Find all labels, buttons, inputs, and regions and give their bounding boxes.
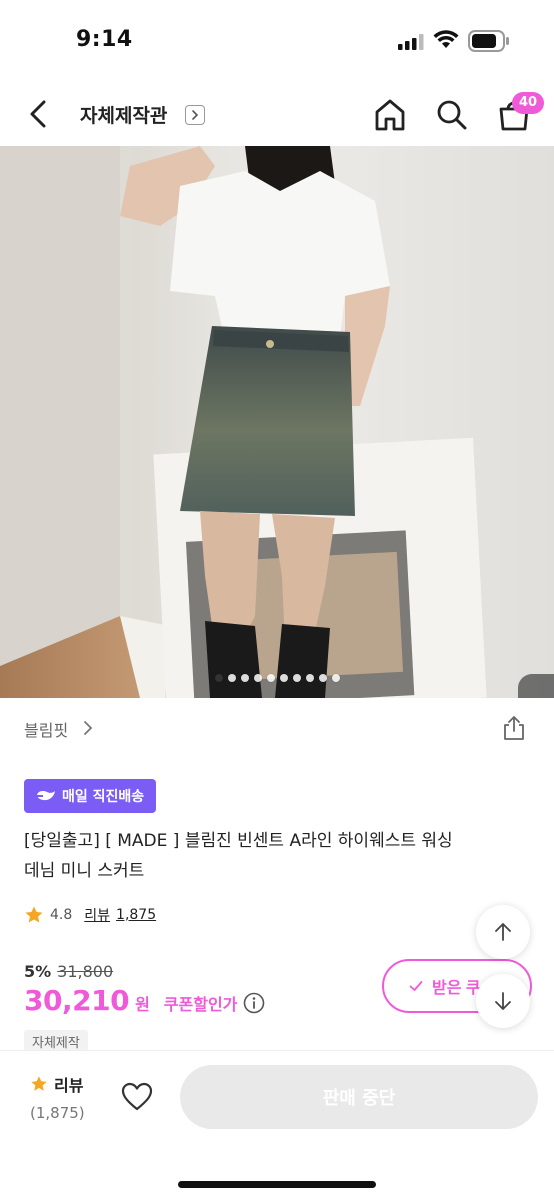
carousel-dot[interactable] xyxy=(227,674,236,682)
original-price: 31,800 xyxy=(57,962,114,981)
bottom-review-summary[interactable]: 리뷰 (1,875) xyxy=(30,1072,85,1122)
product-photo xyxy=(0,146,554,698)
share-icon[interactable] xyxy=(500,714,528,742)
product-title-line: [당일출고] [ MADE ] 블림진 빈센트 A라인 하이웨스트 워싱 xyxy=(24,831,453,851)
wifi-icon xyxy=(433,30,459,48)
cart-count-badge: 40 xyxy=(512,92,544,114)
carousel-dot[interactable] xyxy=(214,674,223,682)
discount-row: 5% 31,800 xyxy=(24,962,113,981)
currency-unit: 원 xyxy=(135,995,150,1014)
sold-out-button: 판매 중단 xyxy=(180,1065,538,1129)
chevron-right-icon[interactable] xyxy=(185,105,205,125)
direct-delivery-icon xyxy=(35,791,55,801)
carousel-dot[interactable] xyxy=(318,674,327,682)
signal-icon xyxy=(398,34,424,50)
brand-row: 블림핏 xyxy=(0,698,554,760)
bottom-review-label: 리뷰 xyxy=(54,1076,84,1095)
rating-row: 4.8 리뷰 1,875 xyxy=(24,903,156,927)
coupon-price-label: 쿠폰할인가 xyxy=(163,995,238,1014)
status-bar: 9:14 xyxy=(0,0,554,84)
arrow-down-icon xyxy=(495,992,511,1010)
carousel-indicator[interactable] xyxy=(0,674,554,686)
product-title-line: 데님 미니 스커트 xyxy=(24,861,145,881)
delivery-label: 매일 직진배송 xyxy=(62,789,145,805)
product-image[interactable] xyxy=(0,146,554,698)
carousel-dot[interactable] xyxy=(279,674,288,682)
carousel-dot[interactable] xyxy=(292,674,301,682)
arrow-up-icon xyxy=(495,923,511,941)
back-icon[interactable] xyxy=(24,96,56,132)
delivery-badge: 매일 직진배송 xyxy=(24,779,157,813)
star-icon xyxy=(31,1076,47,1091)
coupon-button-label: 받은 쿠 xyxy=(432,980,481,997)
check-icon xyxy=(409,981,423,991)
heart-icon[interactable] xyxy=(120,1081,154,1113)
page-title[interactable]: 자체제작관 xyxy=(80,101,167,128)
sale-price-row: 30,210 원 쿠폰할인가 xyxy=(24,984,265,1017)
carousel-dot[interactable] xyxy=(240,674,249,682)
carousel-dot[interactable] xyxy=(253,674,262,682)
review-count[interactable]: 1,875 xyxy=(116,907,156,923)
chevron-right-icon[interactable] xyxy=(82,720,94,736)
brand-link[interactable]: 블림핏 xyxy=(24,717,68,741)
scroll-down-button[interactable] xyxy=(476,974,530,1028)
bottom-action-bar: 리뷰 (1,875) 판매 중단 xyxy=(0,1050,554,1200)
product-title: [당일출고] [ MADE ] 블림진 빈센트 A라인 하이웨스트 워싱 데님 … xyxy=(24,826,534,886)
info-icon[interactable] xyxy=(243,992,265,1014)
bottom-review-count: (1,875) xyxy=(30,1104,85,1122)
review-link[interactable]: 리뷰 xyxy=(84,905,110,925)
app-header: 자체제작관 40 xyxy=(0,84,554,146)
scroll-up-button[interactable] xyxy=(476,905,530,959)
discount-rate: 5% xyxy=(24,962,52,981)
carousel-dot[interactable] xyxy=(305,674,314,682)
search-icon[interactable] xyxy=(434,97,470,133)
status-time: 9:14 xyxy=(76,27,133,52)
sale-price: 30,210 xyxy=(24,984,130,1017)
home-indicator xyxy=(178,1181,376,1188)
carousel-dot[interactable] xyxy=(266,674,275,682)
star-icon xyxy=(25,906,43,923)
carousel-dot[interactable] xyxy=(331,674,340,682)
home-icon[interactable] xyxy=(372,97,408,133)
battery-icon xyxy=(468,30,509,52)
rating-value: 4.8 xyxy=(50,907,73,923)
